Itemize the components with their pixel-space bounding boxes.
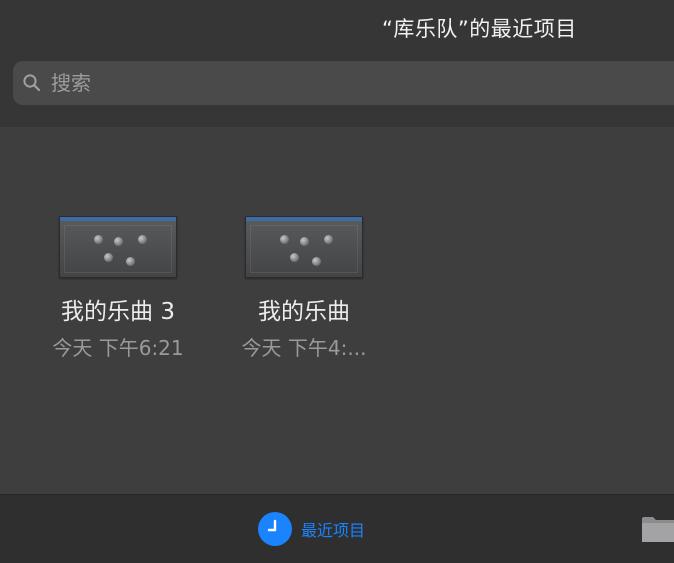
- tab-bar: 最近项目: [0, 494, 674, 563]
- file-date: 今天 下午6:21: [52, 336, 184, 360]
- search-input[interactable]: [51, 61, 651, 105]
- page-title: “库乐队”的最近项目: [382, 17, 577, 41]
- header: “库乐队”的最近项目: [0, 0, 674, 127]
- file-name[interactable]: 我的乐曲 3: [28, 292, 208, 326]
- tab-recents[interactable]: 最近项目: [258, 511, 365, 547]
- tab-recents-label[interactable]: 最近项目: [301, 517, 365, 541]
- clock-icon: [258, 512, 292, 546]
- files-browser-screen: “库乐队”的最近项目 我的乐曲 3 今天 下午6:21 我的乐曲: [0, 0, 674, 563]
- song-thumbnail[interactable]: [59, 216, 177, 278]
- file-name[interactable]: 我的乐曲: [214, 292, 394, 326]
- search-icon: [23, 74, 41, 92]
- file-item-song-3[interactable]: 我的乐曲 3 今天 下午6:21: [28, 216, 208, 361]
- file-date: 今天 下午4:...: [241, 336, 367, 360]
- folder-icon[interactable]: [641, 515, 674, 543]
- search-bar[interactable]: [13, 61, 674, 105]
- file-item-song[interactable]: 我的乐曲 今天 下午4:...: [214, 216, 394, 361]
- song-thumbnail[interactable]: [245, 216, 363, 278]
